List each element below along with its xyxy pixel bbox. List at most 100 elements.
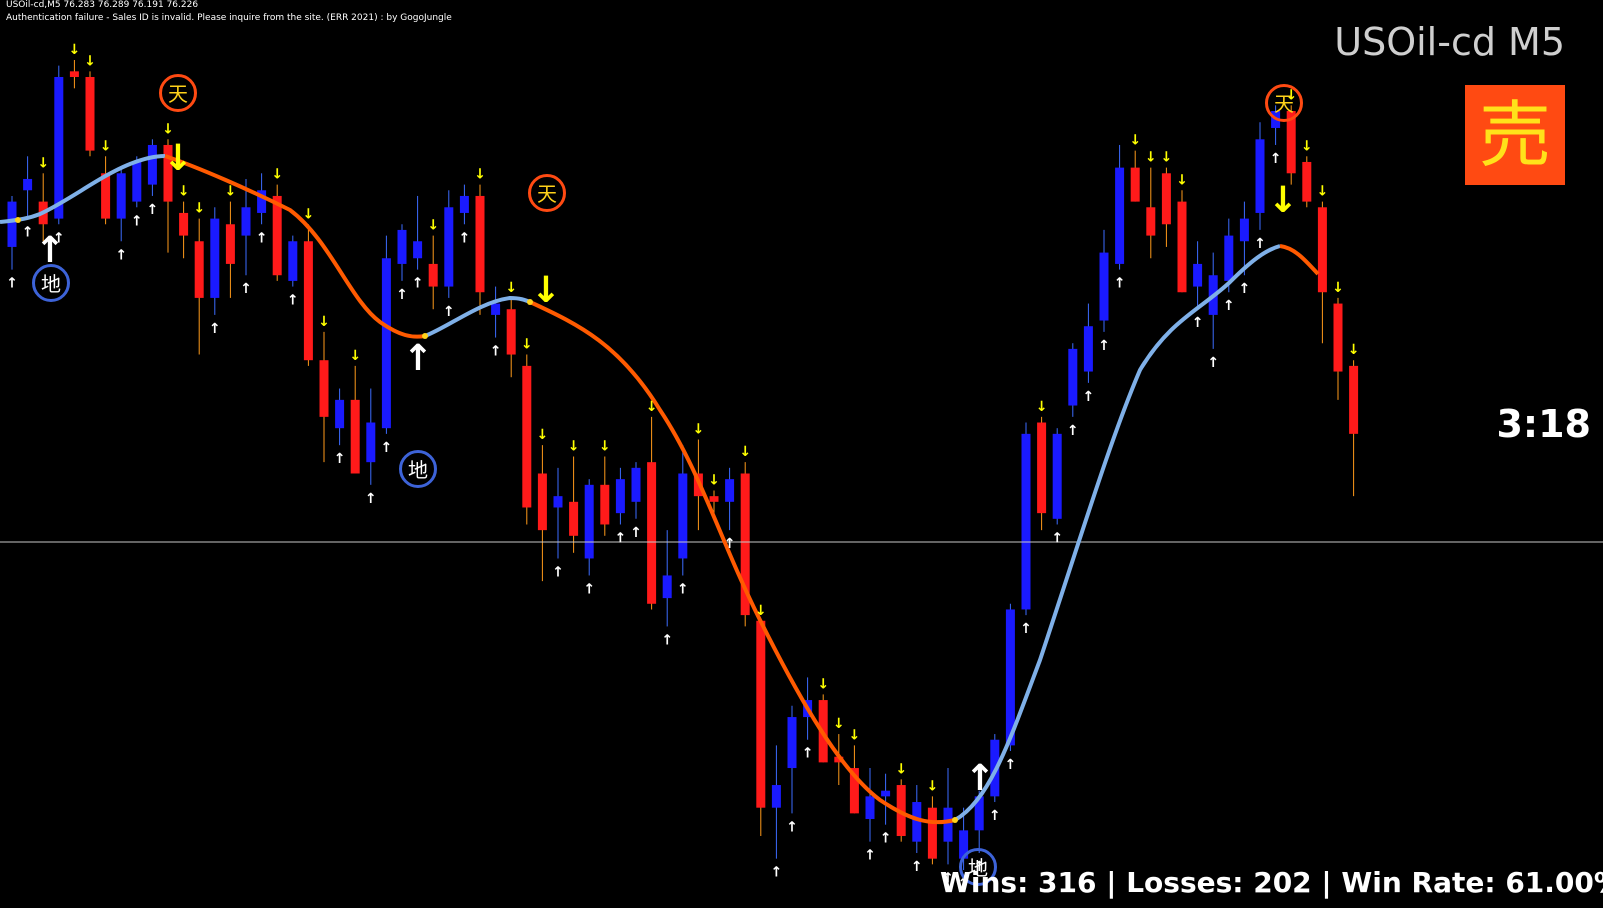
candle-body	[756, 620, 766, 808]
big-sell-arrow: ↓	[531, 270, 561, 311]
candle-body	[1177, 201, 1187, 293]
candle-body	[662, 575, 672, 599]
buy-arrow: ↑	[365, 491, 377, 507]
buy-arrow: ↑	[443, 304, 455, 320]
buy-arrow: ↑	[459, 230, 471, 246]
candle-body	[1083, 326, 1093, 372]
sell-arrow: ↓	[849, 727, 861, 743]
sell-arrow: ↓	[1317, 184, 1329, 200]
candle-body	[1224, 235, 1234, 281]
sell-arrow: ↓	[84, 53, 96, 69]
sell-arrow: ↓	[1348, 342, 1360, 358]
candle-body	[350, 399, 360, 474]
candle-body	[85, 76, 95, 151]
candle-body	[7, 201, 17, 247]
candle-body	[225, 224, 235, 264]
buy-arrow: ↑	[786, 819, 798, 835]
buy-arrow: ↑	[1223, 298, 1235, 314]
sell-arrow: ↓	[521, 337, 533, 353]
ma-turn-dot	[952, 817, 958, 823]
symbol-title: USOil-cd M5	[1334, 20, 1565, 64]
top-marker: 天	[528, 174, 566, 212]
candle-body	[943, 807, 953, 842]
candle-body	[491, 303, 501, 315]
candle-body	[771, 785, 781, 808]
candle-body	[459, 195, 469, 213]
sell-arrow: ↓	[1145, 150, 1157, 166]
candle-body	[615, 479, 625, 514]
buy-arrow: ↑	[1254, 236, 1266, 252]
buy-arrow: ↑	[1114, 276, 1126, 292]
big-buy-arrow: ↑	[965, 758, 995, 799]
candle-body	[537, 473, 547, 531]
sell-arrow: ↓	[100, 138, 112, 154]
sell-arrow: ↓	[505, 280, 517, 296]
price-chart[interactable]: ↑↑↓↑↓↓↓↑↑↑↓↓↓↑↓↑↑↓↑↓↓↑↓↑↑↑↑↓↑↑↓↑↓↓↓↑↓↑↓↑…	[0, 0, 1603, 908]
buy-arrow: ↑	[1051, 530, 1063, 546]
candle-body	[428, 263, 438, 287]
candle-body	[116, 173, 126, 219]
buy-arrow: ↑	[287, 293, 299, 309]
sell-arrow: ↓	[162, 121, 174, 137]
sell-arrow: ↓	[474, 167, 486, 183]
sell-arrow: ↓	[708, 472, 720, 488]
ma-segment-down	[1279, 244, 1320, 276]
buy-arrow: ↑	[911, 859, 923, 875]
win-loss-stats: Wins: 316 | Losses: 202 | Win Rate: 61.0…	[940, 866, 1603, 899]
buy-arrow: ↑	[864, 848, 876, 864]
buy-arrow: ↑	[1067, 423, 1079, 439]
sell-arrow: ↓	[37, 155, 49, 171]
buy-arrow: ↑	[880, 831, 892, 847]
candle-body	[1161, 173, 1171, 225]
top-marker: 天	[159, 74, 197, 112]
buy-arrow: ↑	[334, 451, 346, 467]
candle-body	[600, 484, 610, 525]
sell-arrow: ↓	[1301, 138, 1313, 154]
candle-body	[303, 241, 313, 361]
buy-arrow: ↑	[240, 281, 252, 297]
ma-segment-up	[953, 244, 1281, 822]
candle-body	[1302, 161, 1312, 202]
candle-body	[725, 479, 735, 502]
big-buy-arrow: ↑	[403, 338, 433, 379]
candle-body	[397, 229, 407, 264]
candle-body	[1239, 218, 1249, 242]
sell-arrow: ↓	[599, 439, 611, 455]
bottom-marker: 地	[32, 264, 70, 302]
sell-arrow: ↓	[271, 167, 283, 183]
buy-arrow: ↑	[661, 632, 673, 648]
candle-body	[881, 790, 891, 797]
buy-arrow: ↑	[1020, 621, 1032, 637]
buy-arrow: ↑	[115, 247, 127, 263]
buy-arrow: ↑	[22, 225, 34, 241]
buy-arrow: ↑	[615, 530, 627, 546]
buy-arrow: ↑	[1098, 338, 1110, 354]
chart-header-error: Authentication failure - Sales ID is inv…	[6, 13, 452, 23]
candle-body	[1021, 433, 1031, 610]
chart-header-quote: USOil-cd,M5 76.283 76.289 76.191 76.226	[6, 0, 199, 10]
buy-arrow: ↑	[1270, 151, 1282, 167]
candle-body	[444, 207, 454, 287]
sell-arrow: ↓	[755, 603, 767, 619]
buy-arrow: ↑	[412, 276, 424, 292]
candle-body	[1317, 207, 1327, 293]
buy-arrow: ↑	[677, 581, 689, 597]
candle-body	[631, 467, 641, 502]
candle-body	[1068, 348, 1078, 406]
candle-body	[194, 241, 204, 298]
candle-body	[1130, 167, 1140, 202]
candle-body	[678, 473, 688, 559]
candle-body	[787, 717, 797, 769]
candle-body	[1333, 303, 1343, 372]
candle-body	[1037, 422, 1047, 514]
buy-arrow: ↑	[989, 808, 1001, 824]
candle-body	[522, 365, 532, 508]
buy-arrow: ↑	[724, 536, 736, 552]
buy-arrow: ↑	[6, 276, 18, 292]
buy-arrow: ↑	[1005, 757, 1017, 773]
sell-arrow: ↓	[1176, 172, 1188, 188]
candle-body	[288, 241, 298, 281]
buy-arrow: ↑	[771, 865, 783, 881]
buy-arrow: ↑	[1192, 315, 1204, 331]
sell-arrow: ↓	[225, 184, 237, 200]
